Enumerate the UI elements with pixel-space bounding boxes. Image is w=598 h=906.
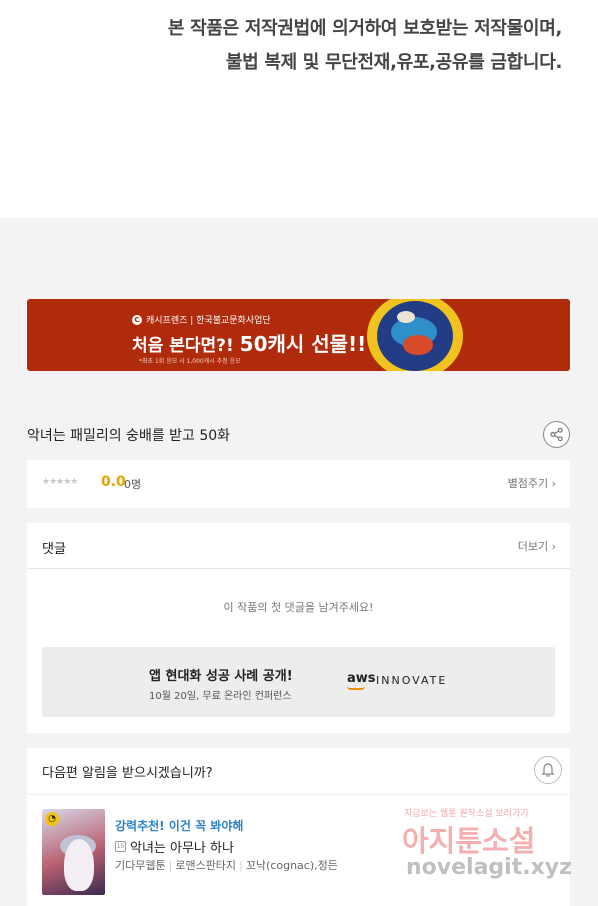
banner-brand: C 캐시프렌즈 | 한국불교문화사업단 [132, 313, 271, 326]
watermark-url: novelagit.xyz [406, 855, 572, 880]
site-watermark: 지금보는 웹툰 원작소설 보러가기 아지툰소설 novelagit.xyz [402, 806, 574, 890]
ad-title: 앱 현대화 성공 사례 공개! [149, 669, 293, 684]
notice-line-2: 불법 복제 및 무단전재,유포,공유를 금합니다. [225, 52, 562, 73]
copyright-notice: 본 작품은 저작권법에 의거하여 보호받는 저작물이며, 불법 복제 및 무단전… [0, 0, 598, 218]
recommend-tag: 강력추천! 이건 꼭 봐야해 [115, 819, 244, 833]
share-button[interactable] [543, 421, 570, 448]
recommended-work-title-row[interactable]: 15 악녀는 아무나 하나 [115, 837, 234, 856]
aws-logo-text: aws [347, 671, 376, 686]
banner-brand-text: 캐시프렌즈 | 한국불교문화사업단 [146, 316, 271, 326]
comments-panel: 댓글 더보기 › 이 작품의 첫 댓글을 남겨주세요! 앱 현대화 성공 사례 … [27, 523, 570, 733]
recommended-work-thumbnail[interactable]: ◔ [42, 809, 105, 895]
dragon-illustration [367, 299, 463, 371]
watermark-main: 아지툰소설 [402, 824, 536, 858]
rating-score: 0.0 [101, 474, 126, 490]
meta-author: 꼬낙(cognac),정든 [245, 859, 338, 872]
cash-logo-icon: C [132, 314, 142, 325]
alarm-question: 다음편 알림을 받으시겠습니까? [42, 766, 213, 781]
rating-panel: ★★★★★ 0.0 0명 별점주기 › [27, 460, 570, 508]
banner-headline-prefix: 처음 본다면?! [132, 336, 234, 356]
meta-category: 기다무웹툰 [115, 859, 166, 872]
rate-button[interactable]: 별점주기 › [508, 475, 556, 491]
notice-line-1: 본 작품은 저작권법에 의거하여 보호받는 저작물이며, [167, 18, 562, 39]
banner-headline: 처음 본다면?! 50캐시 선물!! [132, 328, 366, 357]
rating-stars: ★★★★★ [42, 477, 78, 487]
comments-label: 댓글 [42, 542, 66, 557]
aws-logo: aws [347, 671, 376, 690]
bell-icon [541, 763, 555, 777]
share-icon [550, 427, 563, 442]
wait-free-clock-icon: ◔ [45, 812, 59, 826]
ad-subtitle: 10월 20일, 무료 온라인 컨퍼런스 [149, 691, 292, 702]
banner-fine-print: *최초 1회 응모 시 1,000캐시 추첨 응모 [139, 358, 241, 365]
aws-ad-banner[interactable]: 앱 현대화 성공 사례 공개! 10월 20일, 무료 온라인 컨퍼런스 aws… [42, 647, 555, 717]
meta-genre: 로맨스판타지 [175, 859, 237, 872]
rating-count: 0명 [124, 478, 142, 491]
aws-smile-icon [347, 686, 365, 690]
age-rating-badge: 15 [115, 841, 126, 852]
ad-brand-sub: INNOVATE [376, 674, 448, 687]
alarm-bell-button[interactable] [534, 756, 562, 784]
comments-header: 댓글 더보기 › [27, 523, 570, 569]
recommended-work-title: 악녀는 아무나 하나 [130, 841, 234, 856]
recommended-work-meta: 기다무웹툰 | 로맨스판타지 | 꼬낙(cognac),정든 [115, 859, 338, 872]
divider [27, 794, 570, 795]
episode-title: 악녀는 패밀리의 숭배를 받고 50화 [27, 428, 231, 444]
promo-banner[interactable]: C 캐시프렌즈 | 한국불교문화사업단 처음 본다면?! 50캐시 선물!! *… [27, 299, 570, 371]
comments-more-button[interactable]: 더보기 › [518, 538, 556, 554]
comments-empty-message: 이 작품의 첫 댓글을 남겨주세요! [223, 601, 374, 614]
banner-headline-main: 50캐시 선물!! [239, 332, 367, 356]
